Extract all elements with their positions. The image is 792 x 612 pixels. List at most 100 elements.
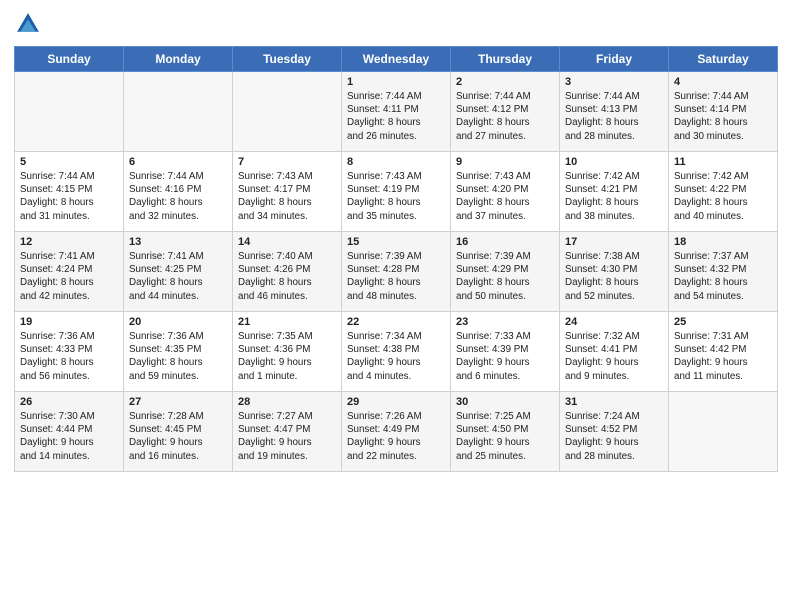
calendar-cell: 9 Sunrise: 7:43 AM Sunset: 4:20 PM Daylig… bbox=[451, 152, 560, 232]
day-number: 29 bbox=[347, 396, 445, 408]
day-number: 8 bbox=[347, 156, 445, 168]
day-info: Sunrise: 7:43 AM Sunset: 4:19 PM Dayligh… bbox=[347, 170, 445, 223]
day-info: Sunrise: 7:25 AM Sunset: 4:50 PM Dayligh… bbox=[456, 410, 554, 463]
calendar-cell: 31 Sunrise: 7:24 AM Sunset: 4:52 PM Dayli… bbox=[560, 392, 669, 472]
calendar-cell: 23 Sunrise: 7:33 AM Sunset: 4:39 PM Dayli… bbox=[451, 312, 560, 392]
day-info: Sunrise: 7:39 AM Sunset: 4:29 PM Dayligh… bbox=[456, 250, 554, 303]
day-info: Sunrise: 7:42 AM Sunset: 4:21 PM Dayligh… bbox=[565, 170, 663, 223]
day-number: 14 bbox=[238, 236, 336, 248]
day-number: 19 bbox=[20, 316, 118, 328]
day-info: Sunrise: 7:38 AM Sunset: 4:30 PM Dayligh… bbox=[565, 250, 663, 303]
calendar-cell: 21 Sunrise: 7:35 AM Sunset: 4:36 PM Dayli… bbox=[233, 312, 342, 392]
calendar-cell: 11Sunrise: 7:42 AM Sunset: 4:22 PM Dayli… bbox=[669, 152, 778, 232]
calendar-cell bbox=[124, 72, 233, 152]
logo bbox=[14, 10, 45, 38]
calendar-cell: 17Sunrise: 7:38 AM Sunset: 4:30 PM Dayli… bbox=[560, 232, 669, 312]
day-info: Sunrise: 7:44 AM Sunset: 4:12 PM Dayligh… bbox=[456, 90, 554, 143]
day-info: Sunrise: 7:30 AM Sunset: 4:44 PM Dayligh… bbox=[20, 410, 118, 463]
day-info: Sunrise: 7:42 AM Sunset: 4:22 PM Dayligh… bbox=[674, 170, 772, 223]
day-number: 31 bbox=[565, 396, 663, 408]
calendar-week-5: 26 Sunrise: 7:30 AM Sunset: 4:44 PM Dayli… bbox=[15, 392, 778, 472]
day-number: 10 bbox=[565, 156, 663, 168]
day-info: Sunrise: 7:43 AM Sunset: 4:20 PM Dayligh… bbox=[456, 170, 554, 223]
day-info: Sunrise: 7:33 AM Sunset: 4:39 PM Dayligh… bbox=[456, 330, 554, 383]
day-info: Sunrise: 7:27 AM Sunset: 4:47 PM Dayligh… bbox=[238, 410, 336, 463]
day-number: 26 bbox=[20, 396, 118, 408]
day-number: 18 bbox=[674, 236, 772, 248]
day-number: 12 bbox=[20, 236, 118, 248]
day-of-week-wednesday: Wednesday bbox=[342, 47, 451, 72]
day-number: 22 bbox=[347, 316, 445, 328]
day-number: 23 bbox=[456, 316, 554, 328]
day-number: 4 bbox=[674, 76, 772, 88]
day-info: Sunrise: 7:24 AM Sunset: 4:52 PM Dayligh… bbox=[565, 410, 663, 463]
calendar-cell: 7 Sunrise: 7:43 AM Sunset: 4:17 PM Daylig… bbox=[233, 152, 342, 232]
day-info: Sunrise: 7:44 AM Sunset: 4:13 PM Dayligh… bbox=[565, 90, 663, 143]
day-number: 21 bbox=[238, 316, 336, 328]
header bbox=[14, 10, 778, 38]
day-info: Sunrise: 7:44 AM Sunset: 4:14 PM Dayligh… bbox=[674, 90, 772, 143]
calendar-cell bbox=[669, 392, 778, 472]
calendar-cell: 5 Sunrise: 7:44 AM Sunset: 4:15 PM Daylig… bbox=[15, 152, 124, 232]
day-info: Sunrise: 7:41 AM Sunset: 4:25 PM Dayligh… bbox=[129, 250, 227, 303]
day-number: 6 bbox=[129, 156, 227, 168]
calendar-cell: 27Sunrise: 7:28 AM Sunset: 4:45 PM Dayli… bbox=[124, 392, 233, 472]
calendar-cell: 14 Sunrise: 7:40 AM Sunset: 4:26 PM Dayli… bbox=[233, 232, 342, 312]
day-info: Sunrise: 7:26 AM Sunset: 4:49 PM Dayligh… bbox=[347, 410, 445, 463]
day-info: Sunrise: 7:44 AM Sunset: 4:16 PM Dayligh… bbox=[129, 170, 227, 223]
day-info: Sunrise: 7:32 AM Sunset: 4:41 PM Dayligh… bbox=[565, 330, 663, 383]
day-number: 24 bbox=[565, 316, 663, 328]
day-info: Sunrise: 7:44 AM Sunset: 4:11 PM Dayligh… bbox=[347, 90, 445, 143]
calendar-cell: 25Sunrise: 7:31 AM Sunset: 4:42 PM Dayli… bbox=[669, 312, 778, 392]
day-info: Sunrise: 7:40 AM Sunset: 4:26 PM Dayligh… bbox=[238, 250, 336, 303]
calendar-cell: 30 Sunrise: 7:25 AM Sunset: 4:50 PM Dayli… bbox=[451, 392, 560, 472]
calendar-header: SundayMondayTuesdayWednesdayThursdayFrid… bbox=[15, 47, 778, 72]
calendar-cell: 26 Sunrise: 7:30 AM Sunset: 4:44 PM Dayli… bbox=[15, 392, 124, 472]
calendar-cell: 4 Sunrise: 7:44 AM Sunset: 4:14 PM Daylig… bbox=[669, 72, 778, 152]
day-info: Sunrise: 7:41 AM Sunset: 4:24 PM Dayligh… bbox=[20, 250, 118, 303]
calendar-cell: 2 Sunrise: 7:44 AM Sunset: 4:12 PM Daylig… bbox=[451, 72, 560, 152]
day-number: 7 bbox=[238, 156, 336, 168]
day-info: Sunrise: 7:36 AM Sunset: 4:33 PM Dayligh… bbox=[20, 330, 118, 383]
day-number: 3 bbox=[565, 76, 663, 88]
calendar-week-3: 12 Sunrise: 7:41 AM Sunset: 4:24 PM Dayli… bbox=[15, 232, 778, 312]
calendar-table: SundayMondayTuesdayWednesdayThursdayFrid… bbox=[14, 46, 778, 472]
calendar-cell: 18 Sunrise: 7:37 AM Sunset: 4:32 PM Dayli… bbox=[669, 232, 778, 312]
calendar-cell: 29 Sunrise: 7:26 AM Sunset: 4:49 PM Dayli… bbox=[342, 392, 451, 472]
day-number: 28 bbox=[238, 396, 336, 408]
calendar-cell: 10 Sunrise: 7:42 AM Sunset: 4:21 PM Dayli… bbox=[560, 152, 669, 232]
day-of-week-tuesday: Tuesday bbox=[233, 47, 342, 72]
calendar-cell: 3 Sunrise: 7:44 AM Sunset: 4:13 PM Daylig… bbox=[560, 72, 669, 152]
day-info: Sunrise: 7:44 AM Sunset: 4:15 PM Dayligh… bbox=[20, 170, 118, 223]
day-number: 15 bbox=[347, 236, 445, 248]
day-number: 2 bbox=[456, 76, 554, 88]
calendar-cell bbox=[15, 72, 124, 152]
day-info: Sunrise: 7:34 AM Sunset: 4:38 PM Dayligh… bbox=[347, 330, 445, 383]
calendar-cell: 1 Sunrise: 7:44 AM Sunset: 4:11 PM Daylig… bbox=[342, 72, 451, 152]
calendar-cell: 19 Sunrise: 7:36 AM Sunset: 4:33 PM Dayli… bbox=[15, 312, 124, 392]
day-number: 20 bbox=[129, 316, 227, 328]
calendar-week-1: 1 Sunrise: 7:44 AM Sunset: 4:11 PM Daylig… bbox=[15, 72, 778, 152]
logo-icon bbox=[14, 10, 42, 38]
calendar-cell: 15 Sunrise: 7:39 AM Sunset: 4:28 PM Dayli… bbox=[342, 232, 451, 312]
day-number: 5 bbox=[20, 156, 118, 168]
day-of-week-thursday: Thursday bbox=[451, 47, 560, 72]
day-info: Sunrise: 7:37 AM Sunset: 4:32 PM Dayligh… bbox=[674, 250, 772, 303]
day-info: Sunrise: 7:43 AM Sunset: 4:17 PM Dayligh… bbox=[238, 170, 336, 223]
page-container: SundayMondayTuesdayWednesdayThursdayFrid… bbox=[0, 0, 792, 478]
day-number: 9 bbox=[456, 156, 554, 168]
day-header-row: SundayMondayTuesdayWednesdayThursdayFrid… bbox=[15, 47, 778, 72]
calendar-body: 1 Sunrise: 7:44 AM Sunset: 4:11 PM Daylig… bbox=[15, 72, 778, 472]
calendar-cell: 22 Sunrise: 7:34 AM Sunset: 4:38 PM Dayli… bbox=[342, 312, 451, 392]
calendar-week-4: 19 Sunrise: 7:36 AM Sunset: 4:33 PM Dayli… bbox=[15, 312, 778, 392]
calendar-week-2: 5 Sunrise: 7:44 AM Sunset: 4:15 PM Daylig… bbox=[15, 152, 778, 232]
calendar-cell: 16Sunrise: 7:39 AM Sunset: 4:29 PM Dayli… bbox=[451, 232, 560, 312]
calendar-cell bbox=[233, 72, 342, 152]
day-number: 30 bbox=[456, 396, 554, 408]
day-number: 1 bbox=[347, 76, 445, 88]
day-number: 27 bbox=[129, 396, 227, 408]
day-info: Sunrise: 7:36 AM Sunset: 4:35 PM Dayligh… bbox=[129, 330, 227, 383]
day-info: Sunrise: 7:39 AM Sunset: 4:28 PM Dayligh… bbox=[347, 250, 445, 303]
calendar-cell: 8 Sunrise: 7:43 AM Sunset: 4:19 PM Daylig… bbox=[342, 152, 451, 232]
day-info: Sunrise: 7:35 AM Sunset: 4:36 PM Dayligh… bbox=[238, 330, 336, 383]
